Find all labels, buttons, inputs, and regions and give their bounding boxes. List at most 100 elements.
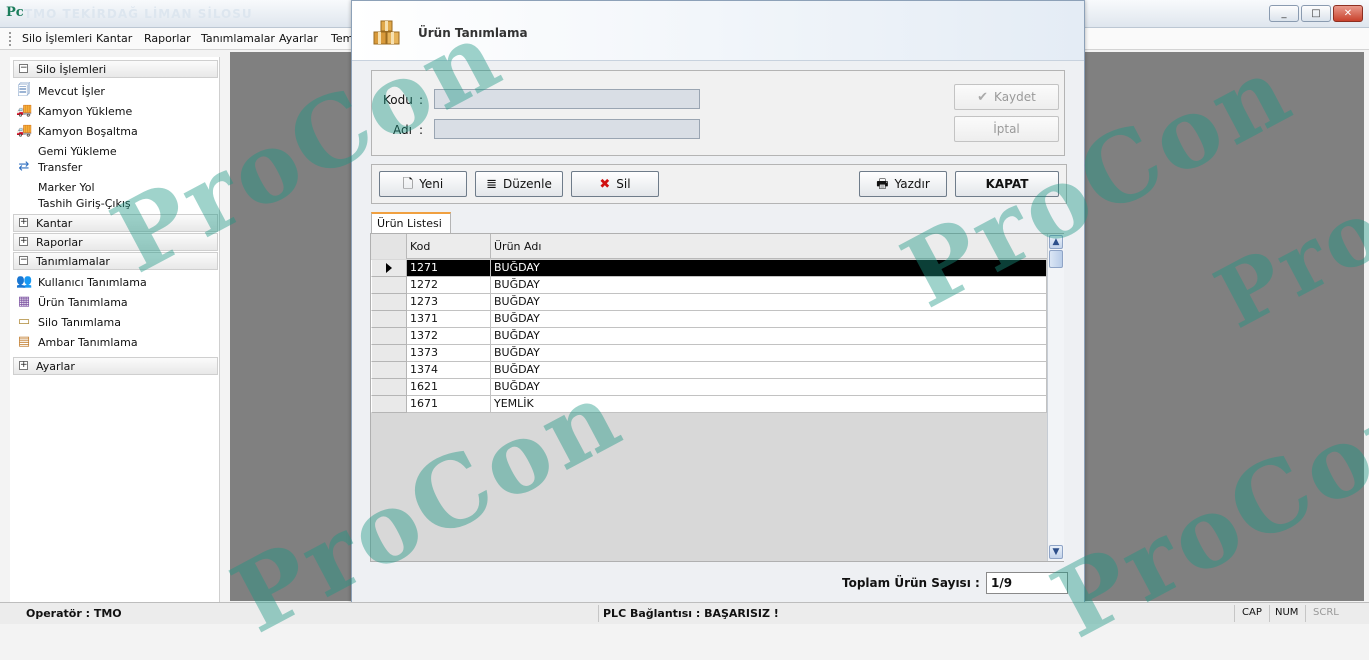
row-indicator-header (371, 234, 407, 259)
sidebar-item-label: Gemi Yükleme (38, 145, 117, 158)
cell-urun-adi[interactable]: BUĞDAY (491, 311, 1047, 328)
cell-urun-adi[interactable]: BUĞDAY (491, 345, 1047, 362)
table-row[interactable]: 1621 BUĞDAY (371, 379, 1047, 396)
scroll-thumb[interactable] (1049, 250, 1063, 268)
close-window-button[interactable]: ✕ (1333, 5, 1363, 22)
scroll-down-icon[interactable]: ▼ (1049, 545, 1063, 559)
group-ayarlar[interactable]: + Ayarlar (13, 357, 218, 375)
cell-kod[interactable]: 1374 (407, 362, 491, 379)
kodu-colon: : (419, 93, 424, 107)
group-silo-islemleri[interactable]: − Silo İşlemleri (13, 60, 218, 78)
total-count-label: Toplam Ürün Sayısı : (842, 576, 980, 590)
transfer-icon: ⇄ (18, 159, 30, 174)
cell-urun-adi[interactable]: BUĞDAY (491, 294, 1047, 311)
row-indicator[interactable] (371, 277, 407, 294)
app-logo-icon: Pc (6, 5, 24, 20)
cell-kod[interactable]: 1272 (407, 277, 491, 294)
dialog-header: Ürün Tanımlama (352, 1, 1084, 61)
kaydet-label: Kaydet (994, 90, 1036, 104)
duzenle-button[interactable]: ≣ Düzenle (475, 171, 563, 197)
yazdir-label: Yazdır (894, 177, 930, 191)
adi-input[interactable] (434, 119, 700, 139)
status-separator (1305, 605, 1306, 622)
sidebar-item-label: Transfer (38, 161, 83, 174)
table-row[interactable]: 1272 BUĞDAY (371, 277, 1047, 294)
cell-urun-adi[interactable]: BUĞDAY (491, 362, 1047, 379)
column-header-kod[interactable]: Kod (407, 234, 491, 259)
scroll-up-icon[interactable]: ▲ (1049, 235, 1063, 249)
menu-raporlar[interactable]: Raporlar (144, 32, 191, 45)
truck-load-icon: 🚚 (16, 103, 33, 118)
sil-button[interactable]: ✖ Sil (571, 171, 659, 197)
row-indicator[interactable] (371, 362, 407, 379)
row-indicator[interactable] (371, 345, 407, 362)
users-icon: 👥 (16, 274, 33, 289)
row-indicator[interactable] (371, 311, 407, 328)
cell-kod[interactable]: 1271 (407, 260, 491, 277)
table-row[interactable]: 1374 BUĞDAY (371, 362, 1047, 379)
group-tanimlamalar[interactable]: − Tanımlamalar (13, 252, 218, 270)
group-label: Raporlar (36, 236, 83, 249)
group-label: Tanımlamalar (36, 255, 110, 268)
minimize-button[interactable]: _ (1269, 5, 1299, 22)
group-raporlar[interactable]: + Raporlar (13, 233, 218, 251)
cell-urun-adi[interactable]: BUĞDAY (491, 277, 1047, 294)
menu-grip-icon[interactable] (9, 32, 12, 46)
status-bar: Operatör : TMO PLC Bağlantısı : BAŞARISI… (0, 602, 1369, 624)
table-row[interactable]: 1271 BUĞDAY (371, 260, 1047, 277)
group-label: Ayarlar (36, 360, 75, 373)
sidebar-item-label: Kamyon Yükleme (38, 105, 133, 118)
maximize-button[interactable]: □ (1301, 5, 1331, 22)
cell-urun-adi[interactable]: BUĞDAY (491, 328, 1047, 345)
cell-kod[interactable]: 1373 (407, 345, 491, 362)
cell-kod[interactable]: 1372 (407, 328, 491, 345)
kodu-input[interactable] (434, 89, 700, 109)
iptal-button[interactable]: İptal (954, 116, 1059, 142)
tab-urun-listesi[interactable]: Ürün Listesi (371, 212, 451, 233)
yeni-button[interactable]: 🗋 Yeni (379, 171, 467, 197)
cell-urun-adi[interactable]: YEMLİK (491, 396, 1047, 413)
cell-urun-adi[interactable]: BUĞDAY (491, 379, 1047, 396)
cell-kod[interactable]: 1273 (407, 294, 491, 311)
table-row[interactable]: 1371 BUĞDAY (371, 311, 1047, 328)
table-row[interactable]: 1372 BUĞDAY (371, 328, 1047, 345)
row-indicator[interactable] (371, 379, 407, 396)
printer-icon: 🖶 (876, 176, 889, 192)
menu-tem[interactable]: Tem (331, 32, 353, 45)
delete-icon: ✖ (599, 176, 611, 192)
kapat-label: KAPAT (985, 177, 1029, 191)
sidebar-item-label: Tashih Giriş-Çıkış (38, 197, 131, 210)
product-icon: ▦ (17, 294, 31, 309)
kaydet-button[interactable]: ✔ Kaydet (954, 84, 1059, 110)
total-count-value: 1/9 (986, 572, 1068, 594)
group-kantar[interactable]: + Kantar (13, 214, 218, 232)
kapat-button[interactable]: KAPAT (955, 171, 1059, 197)
group-label: Silo İşlemleri (36, 63, 107, 76)
menu-kantar[interactable]: Kantar (96, 32, 132, 45)
menu-silo-islemleri[interactable]: Silo İşlemleri (22, 32, 92, 45)
input-panel (371, 70, 1065, 156)
sidebar-item-label: Kamyon Boşaltma (38, 125, 138, 138)
table-row[interactable]: 1273 BUĞDAY (371, 294, 1047, 311)
collapse-icon: − (19, 63, 28, 73)
urun-grid: Kod Ürün Adı 1271 BUĞDAY 1272 BUĞDAY 1273 BUĞ… (370, 233, 1064, 562)
row-indicator[interactable] (371, 328, 407, 345)
table-row[interactable]: 1671 YEMLİK (371, 396, 1047, 413)
sidebar: − Silo İşlemleri 🗐 Mevcut İşler 🚚 Kamyon… (10, 57, 220, 602)
row-indicator[interactable] (371, 294, 407, 311)
sidebar-item-label: Mevcut İşler (38, 85, 105, 98)
cell-urun-adi[interactable]: BUĞDAY (491, 260, 1047, 277)
cell-kod[interactable]: 1621 (407, 379, 491, 396)
row-indicator[interactable] (371, 260, 407, 277)
row-indicator[interactable] (371, 396, 407, 413)
check-icon: ✔ (977, 89, 989, 105)
yazdir-button[interactable]: 🖶 Yazdır (859, 171, 947, 197)
cell-kod[interactable]: 1671 (407, 396, 491, 413)
table-row[interactable]: 1373 BUĞDAY (371, 345, 1047, 362)
cell-kod[interactable]: 1371 (407, 311, 491, 328)
warehouse-icon: ▤ (17, 334, 31, 349)
menu-tanimlamalar[interactable]: Tanımlamalar (201, 32, 275, 45)
vertical-scrollbar[interactable]: ▲ ▼ (1047, 234, 1064, 561)
column-header-urun-adi[interactable]: Ürün Adı (491, 234, 1047, 259)
menu-ayarlar[interactable]: Ayarlar (279, 32, 318, 45)
